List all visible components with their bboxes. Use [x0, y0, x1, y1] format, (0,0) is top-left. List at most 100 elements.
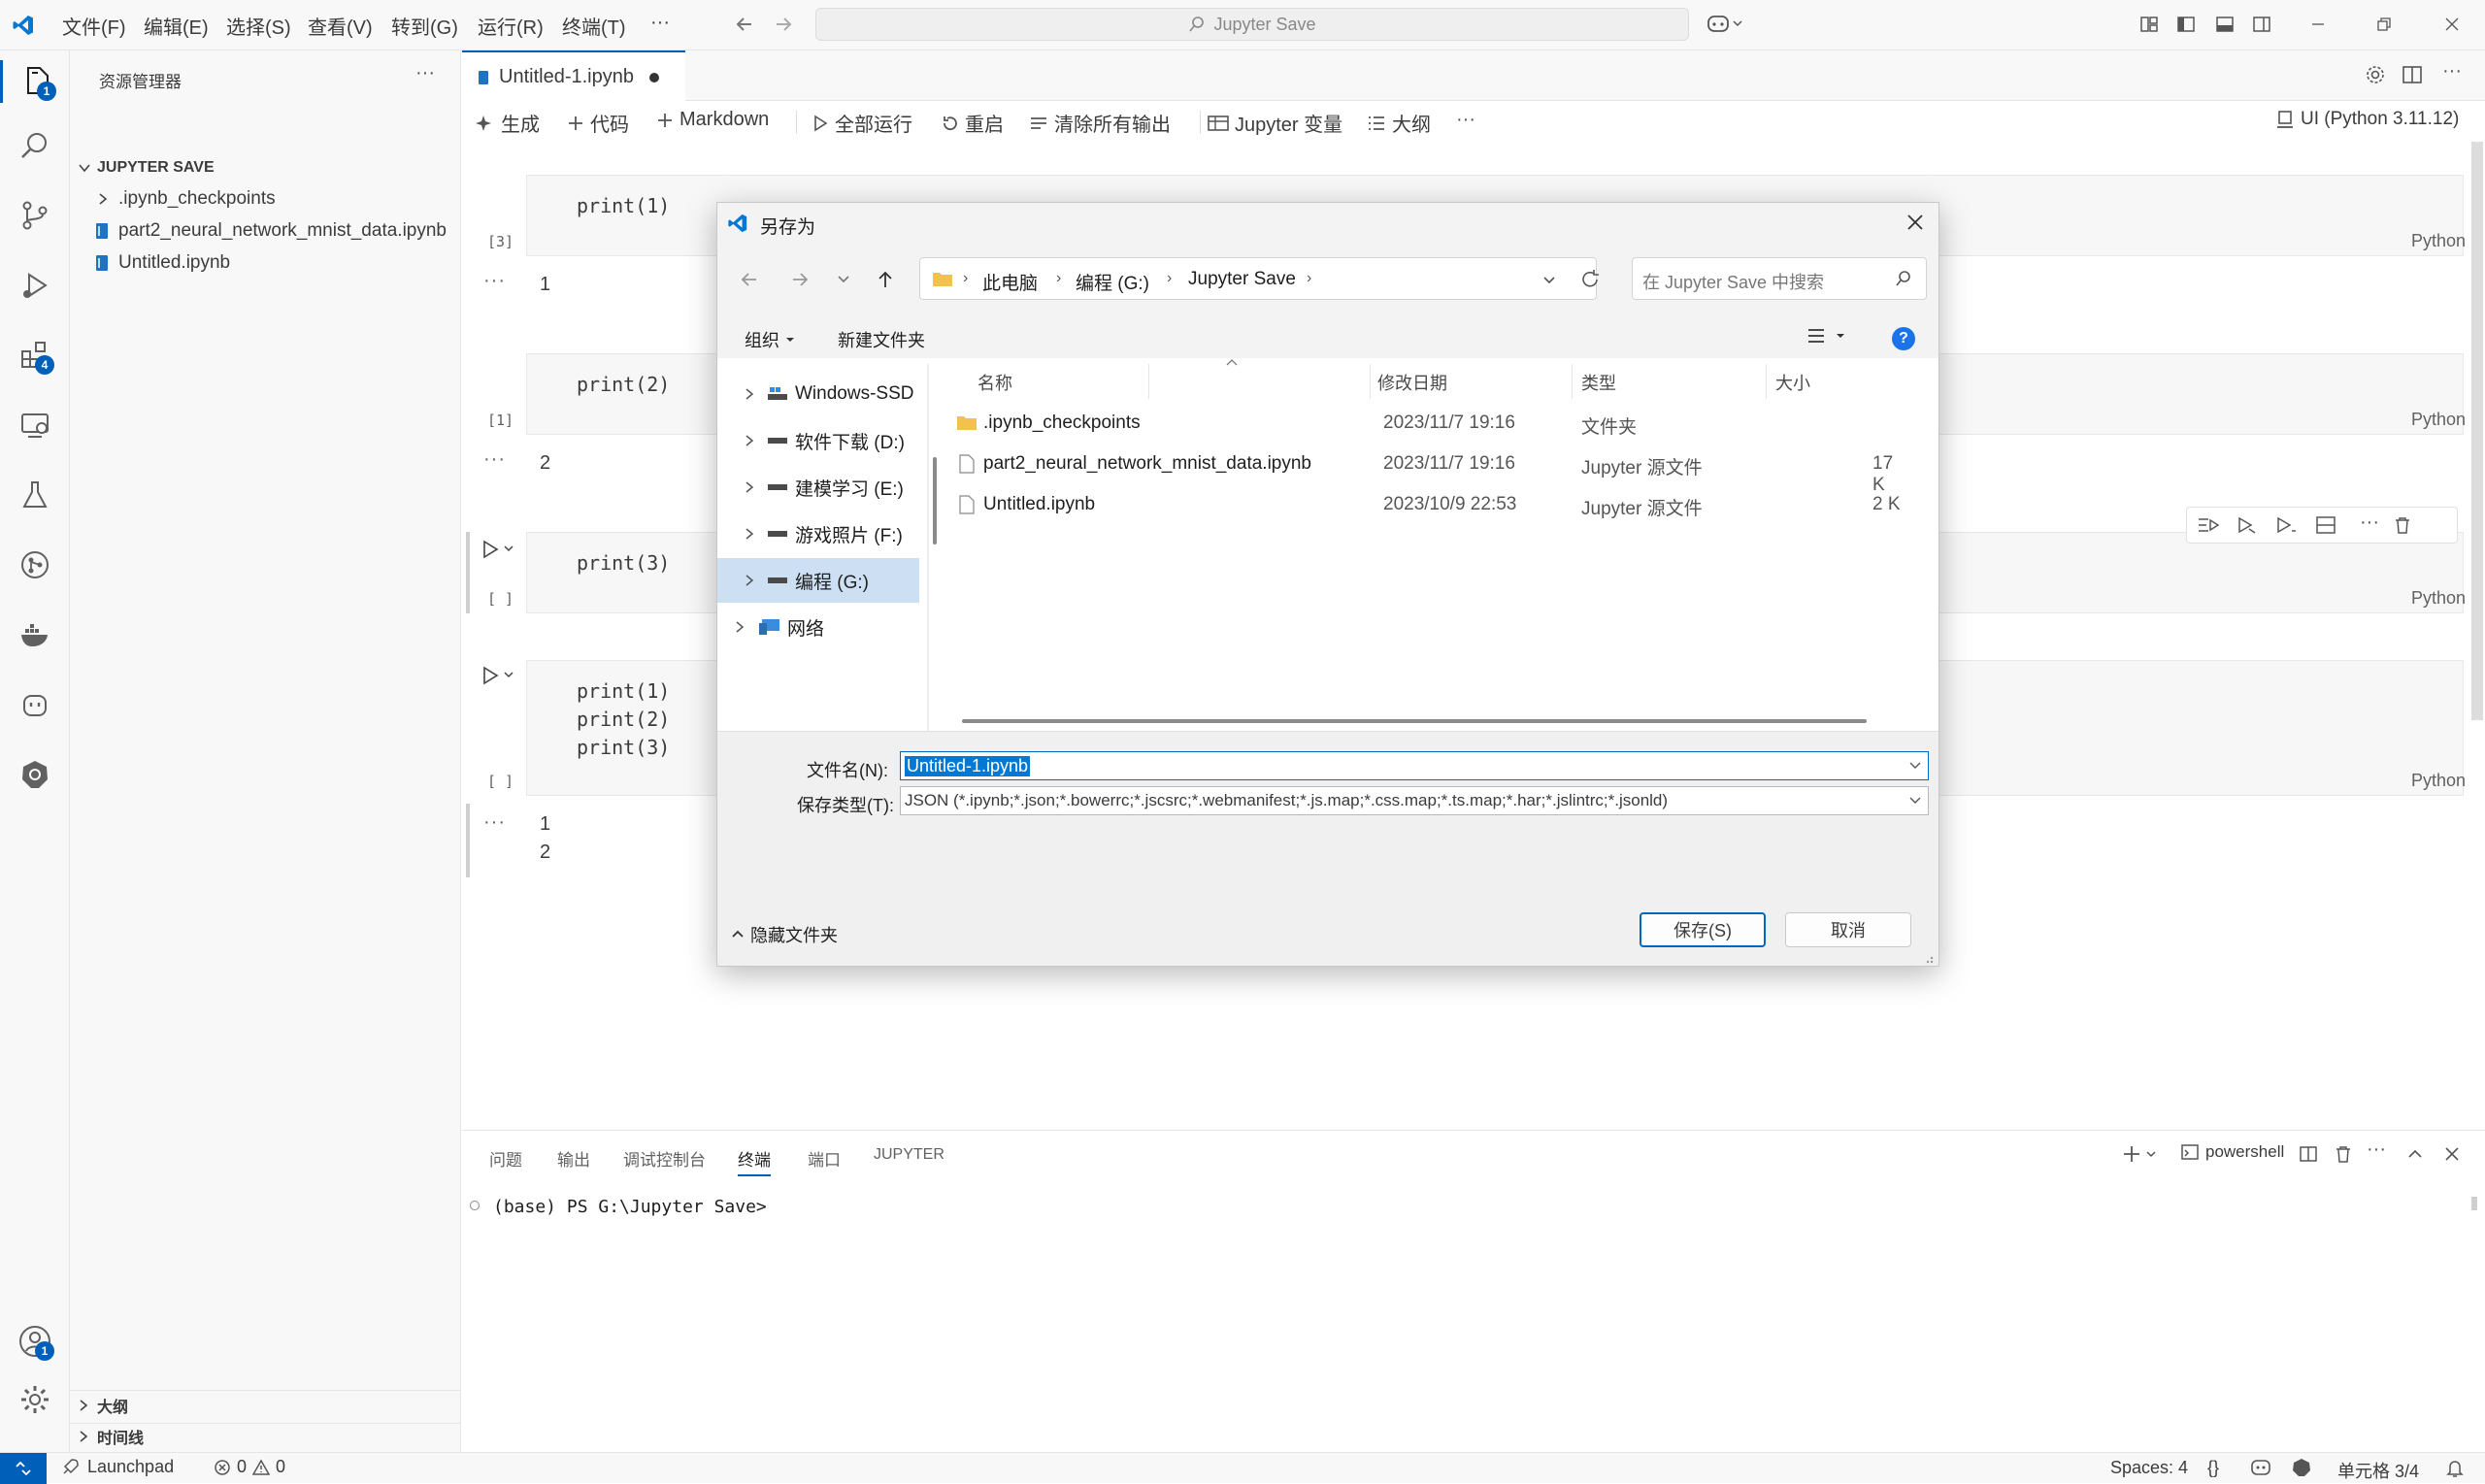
column-size[interactable]: 大小	[1775, 370, 1810, 395]
add-code-button[interactable]: 代码	[567, 109, 629, 137]
jupyter-variables-button[interactable]: Jupyter 变量	[1208, 109, 1342, 137]
outline-button[interactable]: 大纲	[1367, 109, 1431, 137]
address-bar[interactable]: › 此电脑 › 编程 (G:) › Jupyter Save ›	[919, 257, 1597, 300]
cell-language[interactable]: Python	[2411, 771, 2466, 791]
toggle-primary-sidebar-icon[interactable]	[2176, 15, 2196, 34]
nav-item-drive-f[interactable]: 游戏照片 (F:)	[717, 511, 921, 556]
testing-flask-icon[interactable]	[14, 474, 56, 516]
run-above-icon[interactable]	[2197, 515, 2220, 535]
menu-run[interactable]: 运行(R)	[478, 12, 544, 40]
cell-code-line[interactable]: print(2)	[577, 373, 670, 396]
filename-input[interactable]: Untitled-1.ipynb	[900, 751, 1929, 780]
remote-explorer-icon[interactable]	[14, 404, 56, 446]
file-row-part2[interactable]: part2_neural_network_mnist_data.ipynb 20…	[944, 444, 1905, 495]
forward-arrow-icon[interactable]	[789, 269, 811, 290]
outline-section[interactable]: 大纲	[78, 1394, 128, 1417]
tree-item-checkpoints[interactable]: .ipynb_checkpoints	[97, 188, 276, 210]
panel-more-icon[interactable]: ···	[2367, 1138, 2386, 1161]
accounts-icon[interactable]: 1	[14, 1320, 56, 1363]
run-cell-icon[interactable]	[481, 666, 516, 685]
execute-cell-icon[interactable]	[2274, 515, 2298, 535]
terminal-prompt[interactable]: (base) PS G:\Jupyter Save>	[493, 1197, 767, 1217]
nav-item-drive-d[interactable]: 软件下载 (D:)	[717, 418, 921, 463]
folder-jupyter-save[interactable]: JUPYTER SAVE	[78, 155, 460, 181]
copilot-icon[interactable]	[1706, 13, 1745, 36]
more-actions-icon[interactable]: ···	[2442, 60, 2462, 82]
customize-layout-icon[interactable]	[2139, 15, 2159, 34]
dialog-search-field[interactable]: 在 Jupyter Save 中搜索	[1632, 257, 1927, 300]
new-folder-button[interactable]: 新建文件夹	[838, 327, 925, 352]
tab-output[interactable]: 输出	[557, 1146, 590, 1171]
run-below-icon[interactable]	[2236, 515, 2259, 535]
tab-ports[interactable]: 端口	[808, 1146, 841, 1171]
chevron-down-icon[interactable]	[1908, 758, 1922, 772]
nav-item-drive-g-selected[interactable]: 编程 (G:)	[717, 558, 919, 603]
unsaved-dot-icon[interactable]	[648, 72, 659, 82]
run-all-button[interactable]: 全部运行	[812, 109, 912, 137]
nav-item-windows-ssd[interactable]: Windows-SSD	[717, 372, 921, 416]
command-center-search[interactable]: Jupyter Save	[815, 8, 1689, 41]
up-arrow-icon[interactable]	[875, 269, 896, 290]
hide-folders-toggle[interactable]: 隐藏文件夹	[731, 922, 838, 947]
notifications-bell-icon[interactable]	[2446, 1459, 2464, 1478]
close-panel-icon[interactable]	[2442, 1144, 2462, 1164]
kill-terminal-icon[interactable]	[2334, 1144, 2353, 1164]
menu-view[interactable]: 查看(V)	[308, 12, 373, 40]
add-markdown-button[interactable]: Markdown	[656, 109, 769, 131]
tab-problems[interactable]: 问题	[489, 1146, 522, 1171]
indentation-status[interactable]: Spaces: 4	[2110, 1458, 2188, 1478]
output-more-icon[interactable]: ···	[483, 270, 506, 292]
cell-language[interactable]: Python	[2411, 231, 2466, 251]
cell-more-icon[interactable]: ···	[2360, 511, 2379, 534]
refresh-icon[interactable]	[1579, 269, 1601, 290]
toggle-panel-icon[interactable]	[2215, 15, 2235, 34]
copilot-status-icon[interactable]	[2250, 1458, 2271, 1477]
column-name[interactable]: 名称	[977, 370, 1012, 395]
cell-code-line[interactable]: print(1)	[577, 679, 670, 703]
gear-icon[interactable]	[2365, 64, 2386, 85]
tab-terminal[interactable]: 终端	[738, 1146, 771, 1176]
dialog-close-icon[interactable]	[1904, 211, 1927, 234]
delete-cell-icon[interactable]	[2393, 515, 2412, 535]
tab-debug-console[interactable]: 调试控制台	[623, 1146, 706, 1171]
close-window-icon[interactable]	[2442, 15, 2462, 34]
address-dropdown-icon[interactable]	[1541, 272, 1557, 287]
filetype-select[interactable]: JSON (*.ipynb;*.json;*.bowerrc;*.jscsrc;…	[900, 786, 1929, 815]
cell-code-line[interactable]: print(1)	[577, 194, 670, 217]
terminal-scrollbar[interactable]	[2471, 1197, 2477, 1210]
source-control-icon[interactable]	[14, 194, 56, 237]
copilot-chat-icon[interactable]	[14, 683, 56, 726]
back-arrow-icon[interactable]	[734, 14, 755, 35]
run-debug-icon[interactable]	[14, 264, 56, 307]
output-more-icon[interactable]: ···	[483, 448, 506, 471]
help-icon[interactable]: ?	[1892, 327, 1915, 350]
toolbar-more-button[interactable]: ···	[1456, 109, 1475, 131]
restore-icon[interactable]	[2374, 15, 2394, 34]
new-terminal-icon[interactable]	[2122, 1144, 2161, 1164]
cell-language[interactable]: Python	[2411, 410, 2466, 430]
menu-edit[interactable]: 编辑(E)	[144, 12, 209, 40]
restart-button[interactable]: 重启	[942, 109, 1004, 137]
toggle-secondary-sidebar-icon[interactable]	[2252, 15, 2271, 34]
kernel-picker[interactable]: UI (Python 3.11.12)	[2275, 109, 2459, 130]
cancel-button[interactable]: 取消	[1785, 912, 1911, 947]
menu-terminal[interactable]: 终端(T)	[562, 12, 626, 40]
run-cell-icon[interactable]	[481, 540, 516, 559]
search-icon[interactable]	[14, 124, 56, 167]
save-button[interactable]: 保存(S)	[1640, 912, 1766, 947]
launchpad-button[interactable]: Launchpad	[60, 1457, 174, 1477]
generate-button[interactable]: 生成	[476, 109, 540, 137]
docker-icon[interactable]	[14, 613, 56, 656]
tab-jupyter[interactable]: JUPYTER	[874, 1146, 944, 1164]
breadcrumb-jupyter-save[interactable]: Jupyter Save	[1188, 269, 1296, 290]
cell-code-line[interactable]: print(3)	[577, 736, 670, 759]
kubernetes-status-icon[interactable]	[2291, 1458, 2312, 1477]
organize-button[interactable]: 组织	[745, 327, 795, 352]
editor-scrollbar[interactable]	[2471, 142, 2483, 720]
extensions-icon[interactable]: 4	[14, 334, 56, 377]
split-cell-icon[interactable]	[2315, 515, 2336, 535]
split-editor-icon[interactable]	[2402, 64, 2423, 85]
file-row-untitled[interactable]: Untitled.ipynb 2023/10/9 22:53 Jupyter 源…	[944, 484, 1905, 525]
timeline-section[interactable]: 时间线	[78, 1425, 144, 1448]
minimize-icon[interactable]	[2308, 15, 2328, 34]
